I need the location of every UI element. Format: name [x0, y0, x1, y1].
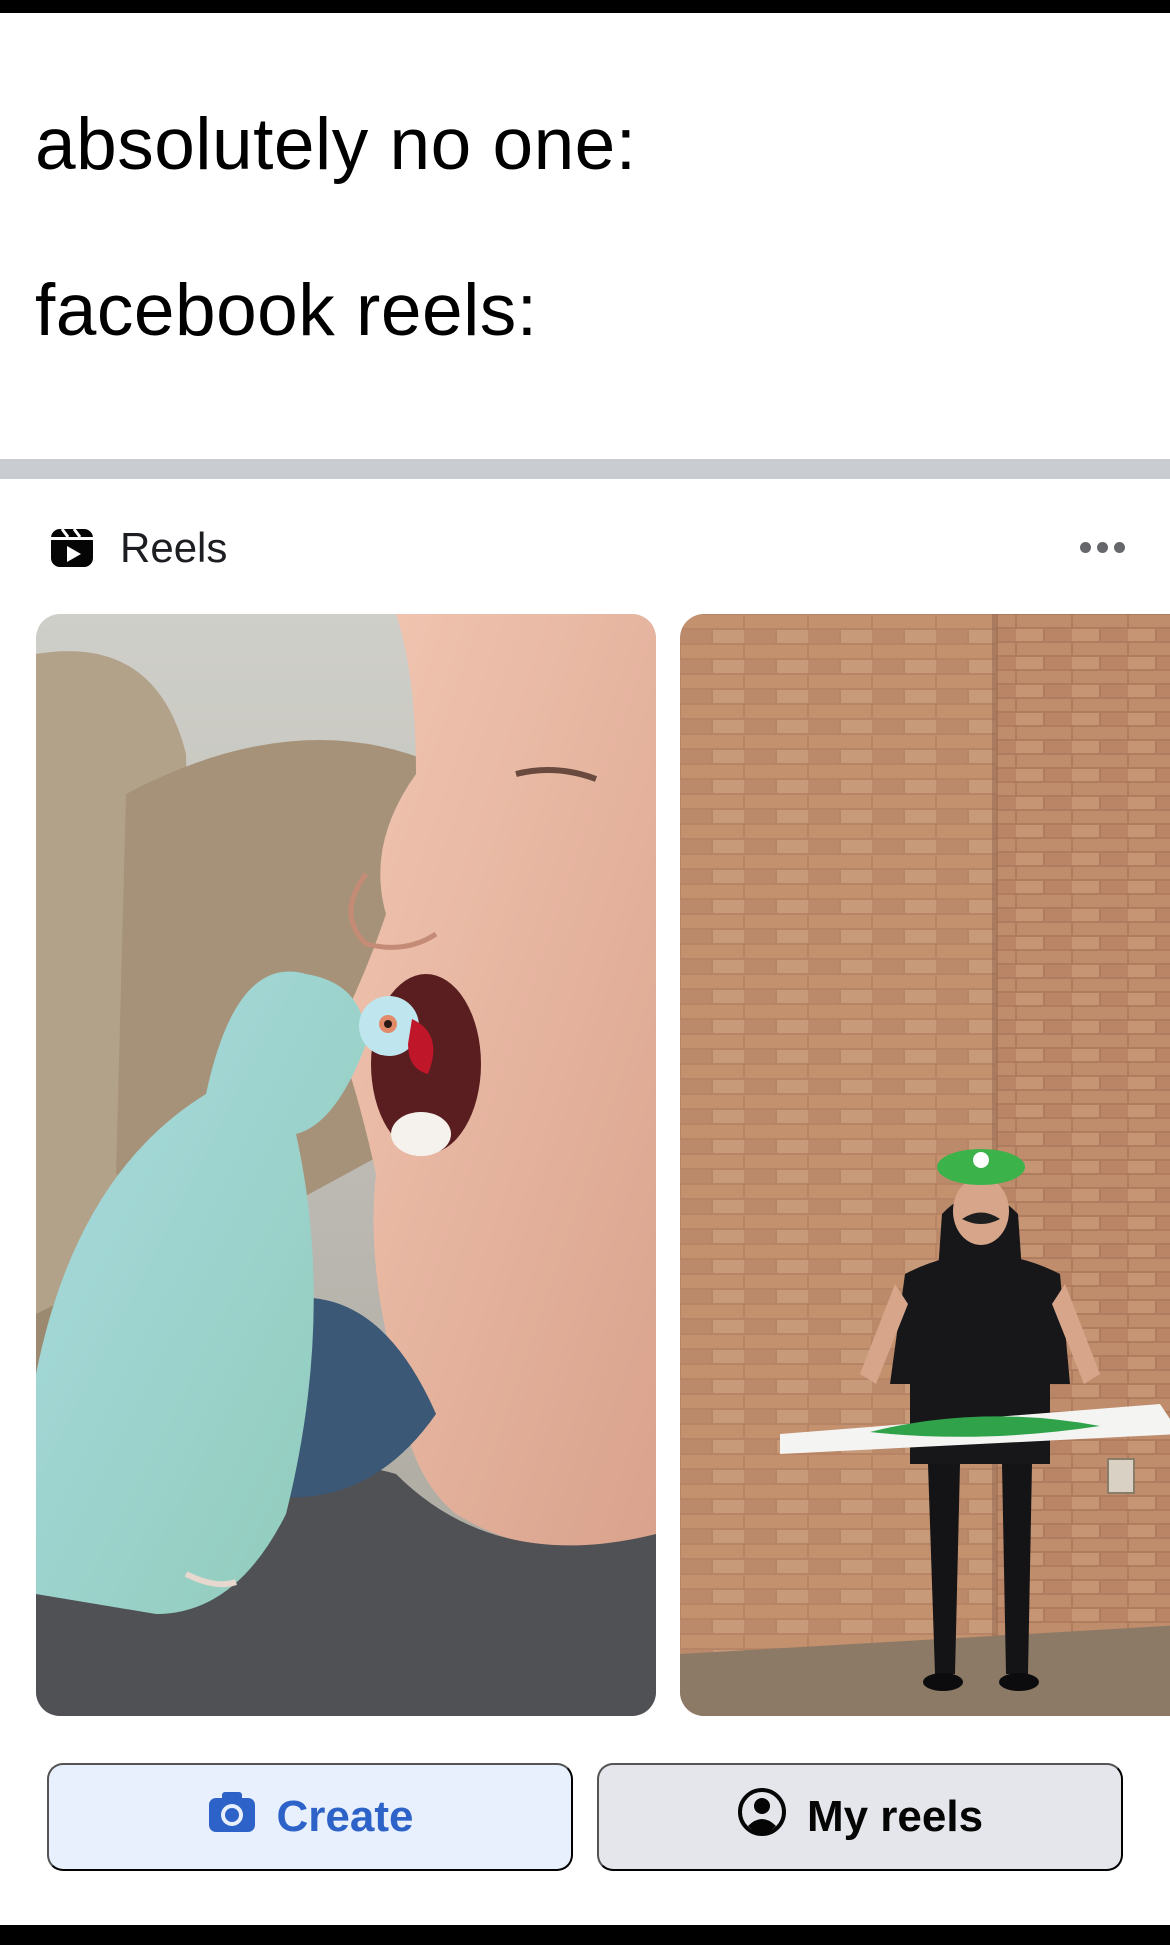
reels-icon [48, 524, 96, 572]
more-dot [1113, 541, 1125, 553]
more-options-button[interactable] [1070, 527, 1134, 567]
reels-header: Reels [0, 479, 1170, 614]
reels-title: Reels [120, 524, 228, 571]
reels-card: Reels Create My reels [0, 479, 1170, 1925]
more-dot [1096, 541, 1108, 553]
meme-caption: absolutely no one: facebook reels: [0, 13, 1170, 459]
reel-thumbnail-luigi[interactable] [680, 614, 1170, 1716]
create-button[interactable]: Create [47, 1763, 573, 1871]
top-status-edge [0, 0, 1170, 13]
camera-icon [207, 1790, 257, 1845]
my-reels-button[interactable]: My reels [597, 1763, 1123, 1871]
create-label: Create [276, 1792, 414, 1841]
bottom-edge [0, 1925, 1170, 1945]
section-divider [0, 459, 1170, 479]
meme-line-2: facebook reels: [35, 270, 538, 351]
my-reels-label: My reels [806, 1792, 984, 1841]
more-options-icon [1079, 541, 1091, 553]
profile-icon [737, 1787, 787, 1848]
meme-line-1: absolutely no one: [35, 104, 637, 185]
reel-thumbnail-parrot[interactable] [36, 614, 656, 1716]
